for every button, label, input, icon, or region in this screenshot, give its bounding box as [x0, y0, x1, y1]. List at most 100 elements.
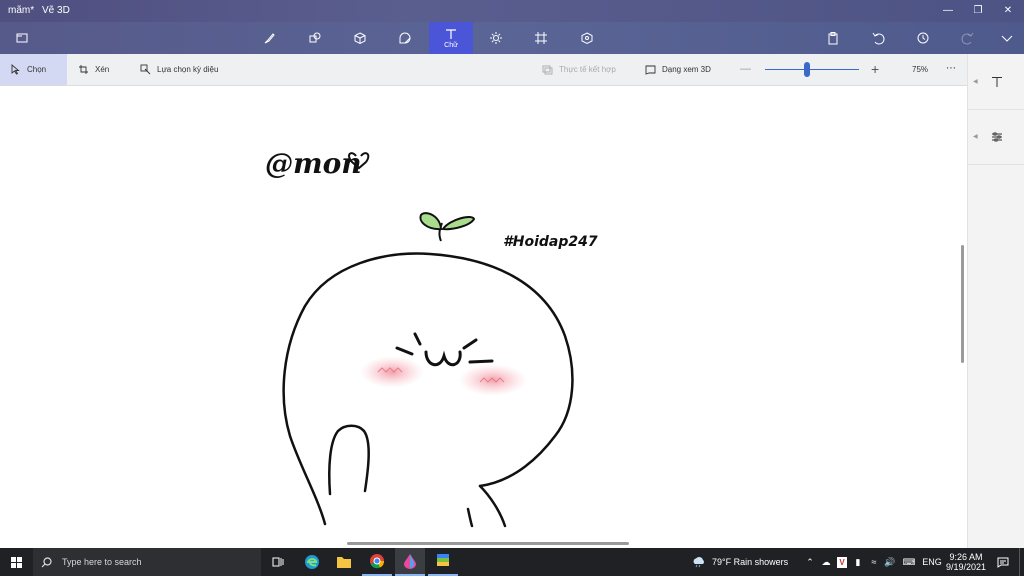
weather-widget[interactable]: 79°F Rain showers [692, 548, 800, 576]
3d-view-icon [645, 65, 656, 75]
bluestacks-app[interactable] [428, 548, 458, 576]
task-view-button[interactable] [265, 548, 291, 576]
zoom-slider[interactable] [765, 62, 859, 77]
paste-button[interactable] [811, 22, 855, 54]
redo-button[interactable] [946, 22, 990, 54]
language-indicator[interactable]: ENG [920, 548, 944, 576]
3d-shapes-tab[interactable] [338, 22, 382, 54]
clock-time: 9:26 AM [949, 552, 983, 562]
chevron-down-icon [1001, 35, 1013, 42]
3d-view-label: Dạng xem 3D [662, 65, 711, 74]
effects-tab[interactable] [474, 22, 518, 54]
notification-icon [997, 557, 1009, 568]
battery-icon[interactable]: ▮ [852, 548, 864, 576]
title-bar: mãm* Vẽ 3D — ❐ ✕ [0, 0, 1024, 22]
text-panel-button[interactable] [968, 54, 1024, 109]
file-explorer-app[interactable] [329, 548, 359, 576]
zoom-out-icon[interactable]: — [740, 63, 751, 75]
library-icon [581, 32, 593, 45]
text-tab-label: Chữ [444, 42, 458, 49]
search-icon [41, 556, 52, 567]
chevron-up-icon[interactable]: ⌃ [804, 548, 816, 576]
redo-icon [961, 32, 974, 45]
magic-select-icon [140, 64, 151, 75]
menu-button[interactable] [0, 22, 44, 54]
minimize-icon[interactable]: — [940, 3, 956, 19]
magic-select-label: Lựa chọn kỳ diệu [157, 65, 219, 74]
canvas-tab[interactable] [519, 22, 563, 54]
history-icon [917, 32, 929, 44]
volume-icon[interactable]: 🔊 [884, 548, 896, 576]
stickers-tab[interactable] [383, 22, 427, 54]
3d-library-tab[interactable] [565, 22, 609, 54]
more-options-icon[interactable]: ⋯ [946, 63, 956, 74]
paint-3d-app[interactable] [395, 548, 425, 576]
tool-options-bar: Chọn Xén Lựa chọn kỳ diệu Thực tế kết hợ… [0, 54, 967, 86]
expand-ribbon-button[interactable] [985, 22, 1024, 54]
taskbar: Type here to search 79°F Rain showers ⌃ … [0, 548, 1024, 576]
bluestacks-icon [437, 554, 449, 566]
weather-text: 79°F Rain showers [712, 557, 789, 567]
shapes-icon [309, 32, 321, 43]
paint-3d-icon [404, 554, 416, 569]
horizontal-scrollbar[interactable] [347, 542, 629, 545]
keyboard-icon[interactable]: ⌨ [902, 548, 916, 576]
canvas-icon [535, 32, 547, 44]
mon-watermark: @mon [265, 147, 362, 180]
3d-view-button[interactable]: Dạng xem 3D [635, 54, 721, 85]
crop-label: Xén [95, 65, 110, 74]
2d-shapes-tab[interactable] [293, 22, 337, 54]
sliders-icon [991, 132, 1002, 141]
document-name: mãm* [8, 5, 35, 16]
mixed-reality-icon [542, 65, 553, 75]
search-placeholder: Type here to search [62, 557, 142, 567]
cursor-icon [11, 64, 20, 75]
cube-icon [354, 32, 366, 45]
drawing: @mon #Hoidap247 [265, 147, 598, 528]
zoom-value[interactable]: 75% [912, 65, 928, 74]
chrome-icon [370, 554, 385, 569]
drawing-canvas[interactable]: @mon #Hoidap247 [0, 86, 967, 548]
antivirus-icon[interactable]: V [836, 548, 848, 576]
network-icon[interactable]: ≈ [868, 548, 880, 576]
undo-button[interactable] [856, 22, 900, 54]
effects-icon [490, 32, 502, 44]
mixed-reality-label: Thực tế kết hợp [559, 65, 616, 74]
chrome-app[interactable] [362, 548, 392, 576]
edge-icon [305, 555, 319, 569]
vertical-scrollbar[interactable] [961, 245, 964, 363]
paste-icon [828, 32, 838, 45]
zoom-in-icon[interactable]: + [871, 61, 879, 77]
app-name: Vẽ 3D [42, 5, 70, 16]
close-icon[interactable]: ✕ [1000, 3, 1016, 19]
undo-icon [872, 32, 885, 45]
rain-cloud-icon [693, 556, 704, 568]
hoidap-watermark: #Hoidap247 [503, 234, 598, 250]
onedrive-icon[interactable]: ☁ [820, 548, 832, 576]
brush-icon [264, 33, 275, 44]
magic-select-button[interactable]: Lựa chọn kỳ diệu [130, 54, 228, 85]
text-icon [446, 29, 456, 39]
zoom-slider-thumb[interactable] [804, 62, 811, 77]
adjustments-panel-button[interactable] [968, 109, 1024, 164]
ribbon: Chữ [0, 22, 1024, 54]
history-button[interactable] [901, 22, 945, 54]
select-button[interactable]: Chọn [0, 54, 67, 85]
notifications-button[interactable] [992, 548, 1014, 576]
crop-icon [79, 65, 88, 74]
clock[interactable]: 9:26 AM 9/19/2021 [946, 548, 986, 576]
search-box[interactable]: Type here to search [33, 548, 261, 576]
side-panel: ◀ ◀ [967, 54, 1024, 548]
sticker-icon [399, 32, 411, 44]
edge-app[interactable] [297, 548, 327, 576]
brushes-tab[interactable] [247, 22, 291, 54]
restore-icon[interactable]: ❐ [970, 3, 986, 19]
mixed-reality-button[interactable]: Thực tế kết hợp [532, 54, 626, 85]
crop-button[interactable]: Xén [68, 54, 119, 85]
text-icon [991, 76, 1002, 87]
clock-date: 9/19/2021 [945, 562, 987, 572]
start-button[interactable] [0, 548, 33, 576]
task-view-icon [272, 557, 284, 567]
text-tab[interactable]: Chữ [429, 22, 473, 54]
folder-icon [337, 557, 351, 568]
